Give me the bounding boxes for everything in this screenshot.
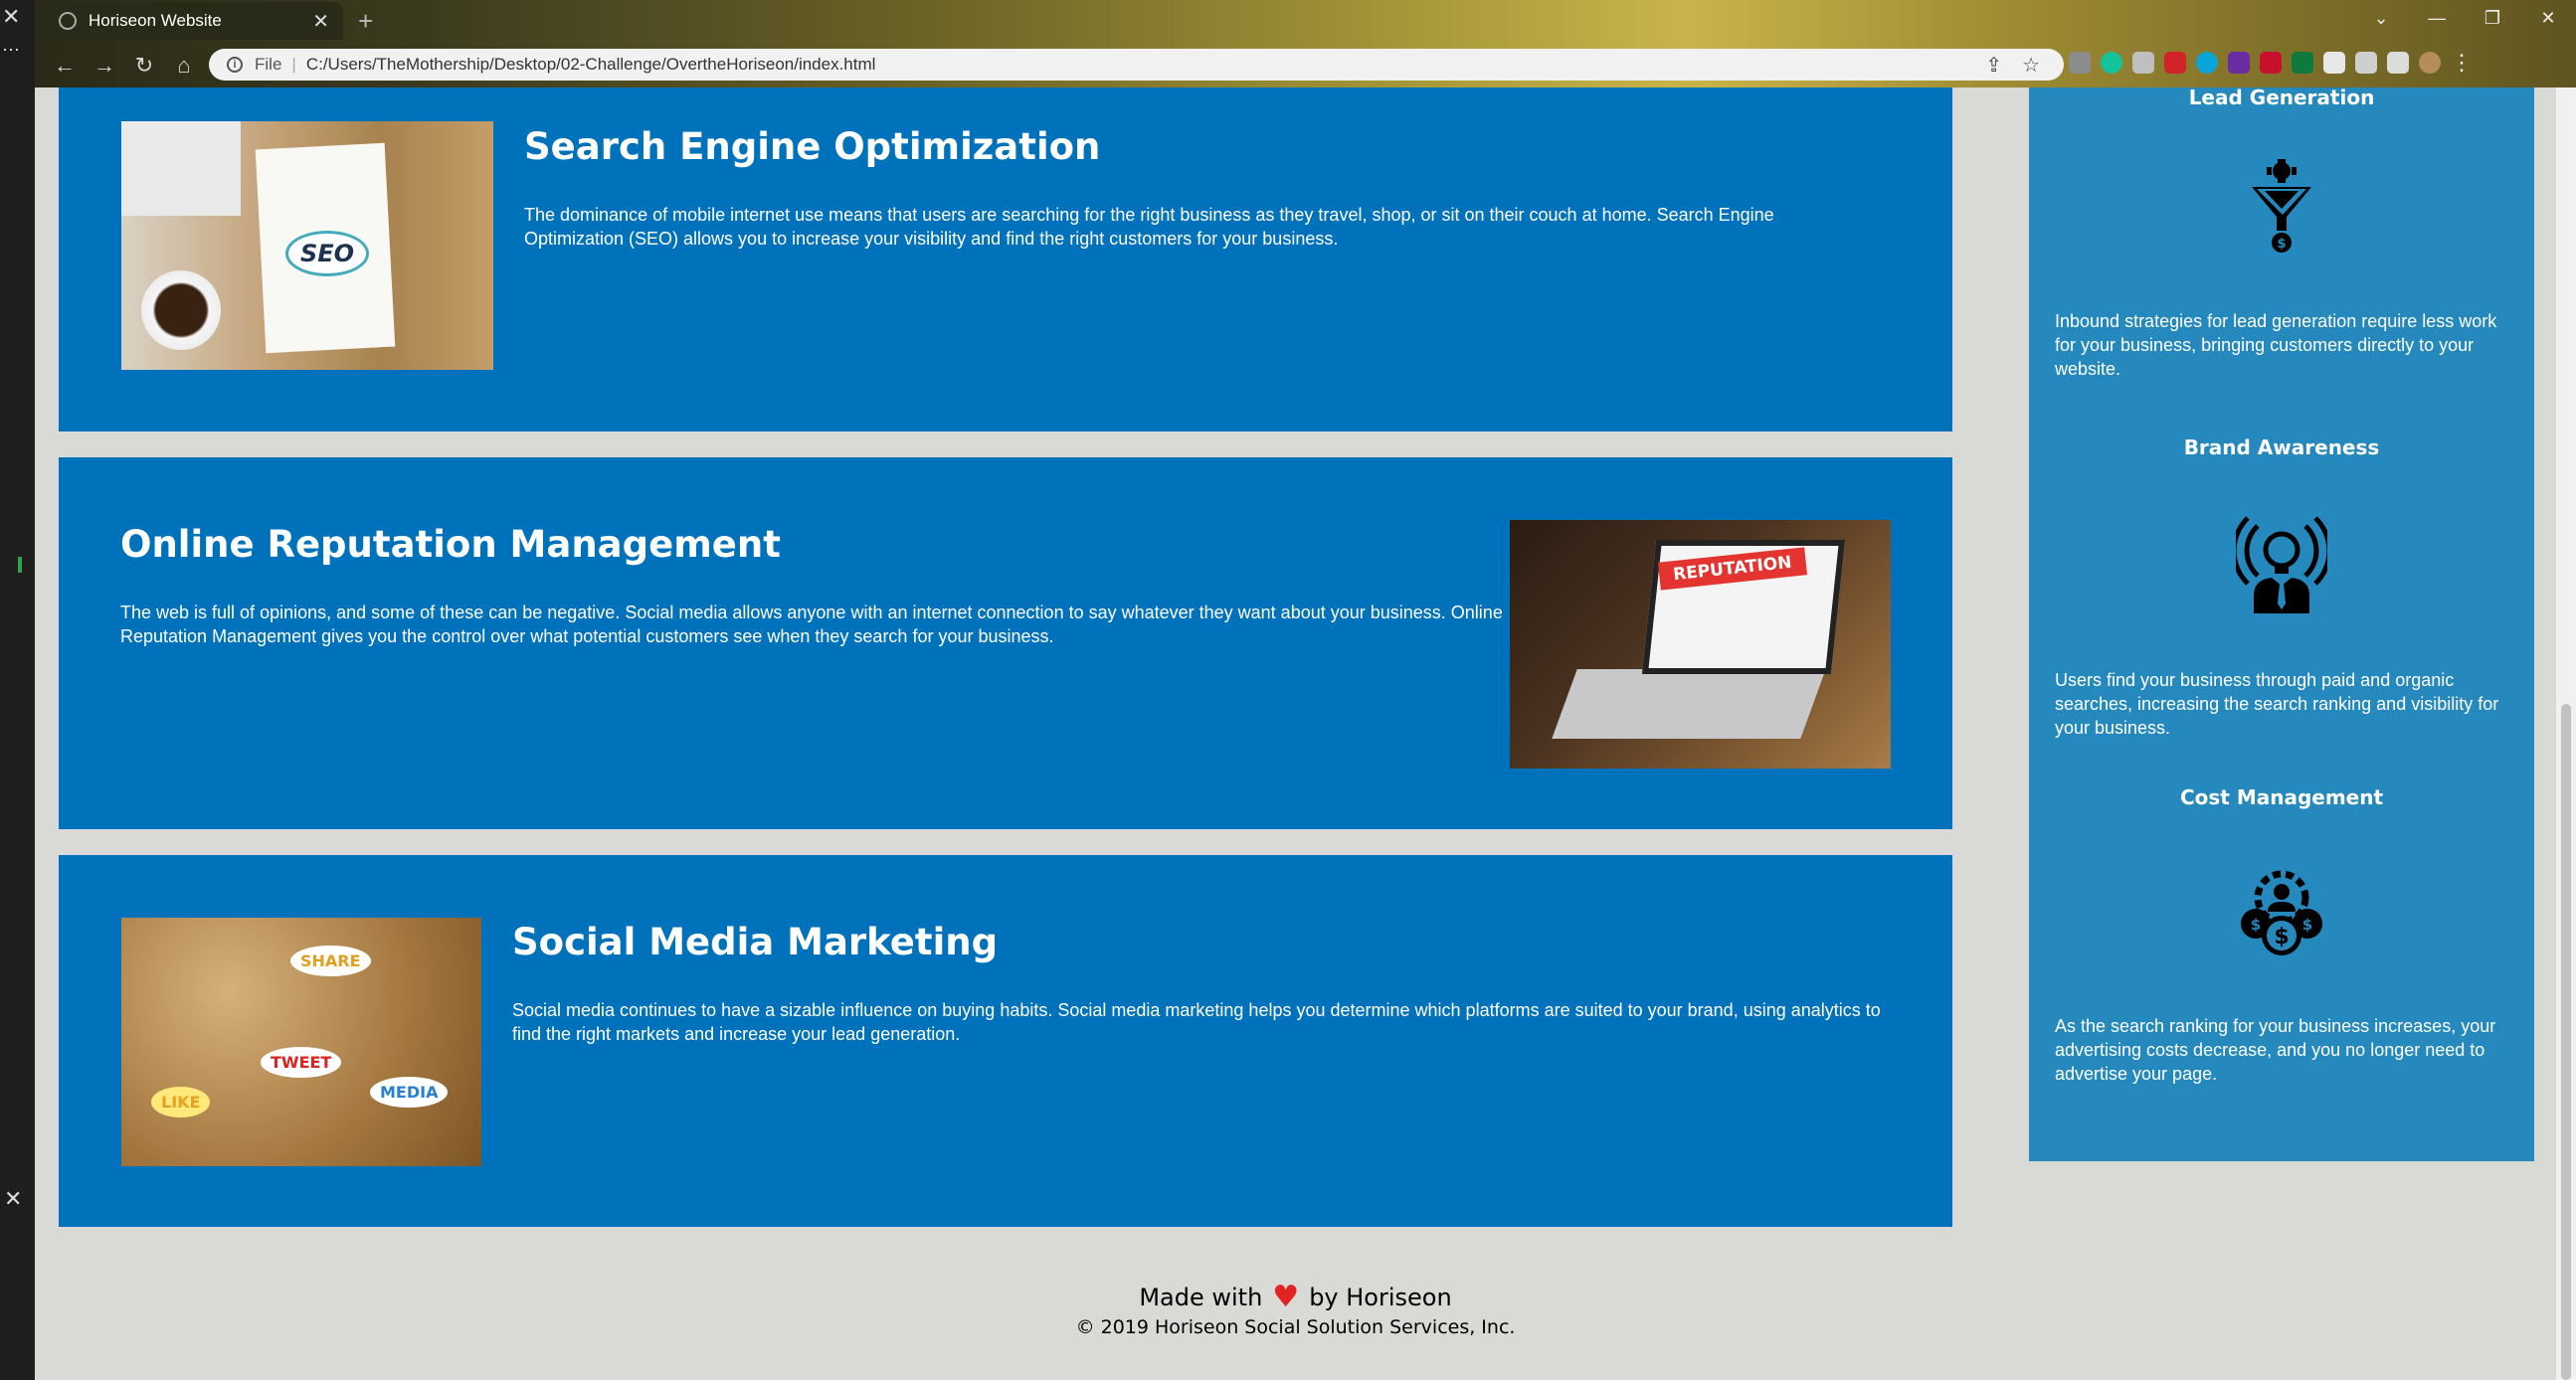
tab-search-icon[interactable]: ⌄ (2353, 0, 2409, 36)
service-title: Social Media Marketing (512, 921, 999, 963)
service-title: Search Engine Optimization (524, 125, 1101, 168)
social-media-image: SHARE TWEET LIKE MEDIA (121, 918, 481, 1166)
benefit-title: Lead Generation (2188, 86, 2375, 109)
heart-icon: ♥ (1272, 1280, 1300, 1314)
tab-title: Horiseon Website (89, 11, 222, 30)
back-icon[interactable]: ← (45, 53, 85, 79)
benefit-text: As the search ranking for your business … (2055, 1016, 2496, 1084)
seo-image: SEO (121, 121, 493, 370)
new-tab-button[interactable]: + (358, 6, 373, 37)
address-bar[interactable]: i File | C:/Users/TheMothership/Desktop/… (209, 49, 2064, 81)
status-mark (18, 557, 22, 573)
benefit-text: Inbound strategies for lead generation r… (2055, 311, 2497, 379)
scrollbar-thumb[interactable] (2561, 704, 2571, 1380)
tab-close-icon[interactable]: ✕ (312, 9, 329, 34)
side-panel-icon[interactable] (2387, 52, 2409, 74)
service-social-media: SHARE TWEET LIKE MEDIA Social Media Mark… (59, 855, 1952, 1227)
extensions-bar: ⋮ (2069, 52, 2473, 74)
benefit-cost-management: Cost Management $ $ $ As the search rank… (2029, 785, 2534, 1086)
service-seo: SEO Search Engine Optimization The domin… (59, 87, 1952, 431)
share-icon[interactable]: ⇪ (1985, 53, 2002, 78)
window-controls: ⌄ — ❐ ✕ (2353, 0, 2576, 36)
browser-toolbar: ← → ↻ ⌂ i File | C:/Users/TheMothership/… (35, 44, 2576, 87)
service-online-reputation: Online Reputation Management The web is … (59, 457, 1952, 829)
svg-text:$: $ (2277, 237, 2286, 252)
coffee-cup (141, 270, 221, 350)
address-url[interactable]: C:/Users/TheMothership/Desktop/02-Challe… (306, 55, 876, 75)
browser-chrome: Horiseon Website ✕ + ⌄ — ❐ ✕ ← → ↻ ⌂ i F… (35, 0, 2576, 87)
forward-icon[interactable]: → (85, 53, 124, 79)
service-text: Social media continues to have a sizable… (512, 1000, 1881, 1044)
puzzle-icon[interactable] (2355, 52, 2377, 74)
seo-bubble: SEO (285, 231, 370, 276)
svg-text:$: $ (2274, 925, 2289, 949)
extension-icon[interactable] (2132, 52, 2154, 74)
benefit-brand-awareness: Brand Awareness Users find your business… (2029, 435, 2534, 740)
tab-horiseon[interactable]: Horiseon Website ✕ (45, 2, 343, 40)
address-scheme-label: File (255, 55, 282, 74)
cost-gear-icon: $ $ $ (2241, 870, 2322, 955)
bookmark-star-icon[interactable]: ☆ (2022, 53, 2040, 78)
by-horiseon-text: by Horiseon (1309, 1284, 1452, 1311)
svg-text:$: $ (2251, 916, 2261, 934)
benefit-title: Brand Awareness (2183, 435, 2380, 459)
like-bubble: LIKE (151, 1087, 211, 1118)
extension-icon[interactable] (2260, 52, 2282, 74)
page-footer: Made with ♥ by Horiseon © 2019 Horiseon … (35, 1283, 2556, 1339)
reputation-image: REPUTATION (1510, 520, 1891, 769)
menu-icon[interactable]: ⋮ (2451, 52, 2473, 74)
globe-icon (59, 12, 77, 30)
tweet-bubble: TWEET (261, 1047, 342, 1078)
home-icon[interactable]: ⌂ (164, 53, 204, 79)
minimize-button[interactable]: — (2409, 0, 2465, 36)
extension-icon[interactable] (2292, 52, 2313, 74)
service-text: The dominance of mobile internet use mea… (524, 205, 1774, 249)
footer-made-with: Made with ♥ by Horiseon (35, 1283, 2556, 1312)
benefits-sidebar: Lead Generation $ Inbound strategies for… (2029, 86, 2534, 1161)
service-title: Online Reputation Management (120, 523, 781, 566)
extension-icon[interactable] (2196, 52, 2218, 74)
more-icon[interactable]: ⋯ (2, 40, 20, 61)
background-editor-strip: ✕ ⋯ ✕ (0, 0, 35, 1380)
benefit-text: Users find your business through paid an… (2055, 670, 2499, 738)
page-scrollbar[interactable] (2556, 87, 2576, 1380)
benefit-title: Cost Management (2179, 785, 2384, 809)
extension-icon[interactable] (2228, 52, 2250, 74)
laptop-keyboard (121, 121, 241, 216)
info-icon[interactable]: i (227, 57, 243, 73)
restore-button[interactable]: ❐ (2465, 0, 2520, 36)
copyright: © 2019 Horiseon Social Solution Services… (1075, 1316, 1516, 1338)
svg-text:$: $ (2302, 916, 2312, 934)
close-panel-icon[interactable]: ✕ (4, 1186, 22, 1212)
grammarly-icon[interactable] (2101, 52, 2122, 74)
extension-icon[interactable] (2323, 52, 2345, 74)
benefit-lead-generation: Lead Generation $ Inbound strategies for… (2029, 86, 2534, 381)
lead-funnel-icon: $ (2252, 159, 2311, 253)
made-with-text: Made with (1139, 1284, 1263, 1311)
profile-avatar[interactable] (2419, 52, 2441, 74)
lightbulb-person-icon (2236, 516, 2327, 613)
reload-icon[interactable]: ↻ (124, 53, 164, 79)
share-bubble: SHARE (290, 946, 371, 976)
extension-icon[interactable] (2069, 52, 2091, 74)
close-window-button[interactable]: ✕ (2520, 0, 2576, 36)
close-icon[interactable]: ✕ (2, 4, 20, 30)
media-bubble: MEDIA (370, 1077, 449, 1108)
address-separator: | (291, 55, 296, 74)
extension-icon[interactable] (2164, 52, 2186, 74)
service-text: The web is full of opinions, and some of… (120, 603, 1503, 646)
laptop-keyboard (1552, 669, 1826, 739)
